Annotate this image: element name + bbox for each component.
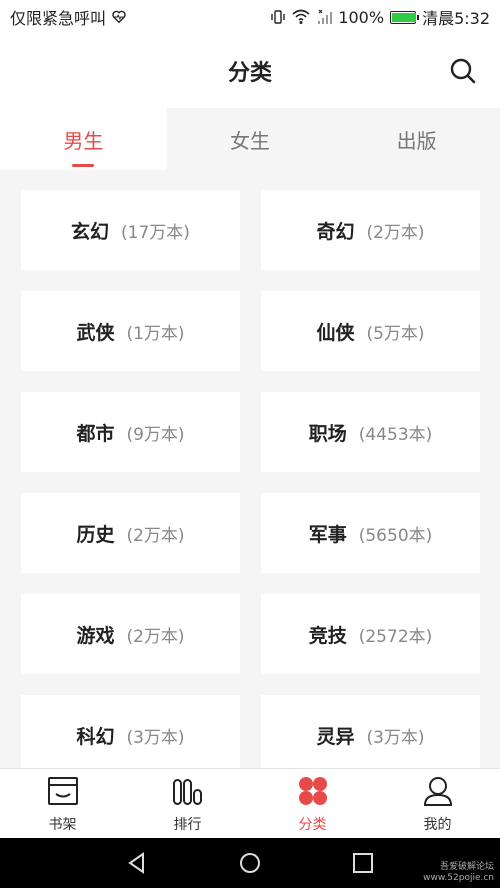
category-count: (2万本) [366, 222, 425, 243]
category-card[interactable]: 科幻 (3万本) [21, 695, 240, 768]
gender-tabs: 男生 女生 出版 [0, 108, 500, 170]
category-card[interactable]: 奇幻 (2万本) [261, 190, 480, 270]
category-name: 玄幻 [71, 220, 110, 243]
category-card[interactable]: 历史 (2万本) [21, 493, 240, 573]
category-count: (4453本) [358, 424, 433, 445]
category-count: (2万本) [126, 626, 185, 647]
ranking-icon [172, 778, 202, 805]
category-count: (3万本) [366, 727, 425, 748]
category-name: 灵异 [316, 725, 355, 748]
category-name: 军事 [308, 523, 347, 546]
nav-category[interactable]: 分类 [250, 769, 375, 838]
category-name: 竞技 [308, 624, 347, 647]
battery-percent: 100% [338, 7, 385, 27]
page-title: 分类 [227, 61, 272, 86]
category-name: 游戏 [76, 624, 115, 647]
nav-label: 排行 [173, 816, 202, 833]
category-count: (5650本) [358, 525, 433, 546]
watermark-line2: www.52pojie.cn [423, 873, 494, 883]
tab-publish[interactable]: 出版 [333, 108, 500, 170]
clock: 清晨5:32 [422, 9, 490, 28]
profile-icon [423, 776, 452, 806]
category-name: 奇幻 [316, 220, 355, 243]
category-name: 武侠 [76, 321, 115, 344]
category-card[interactable]: 仙侠 (5万本) [261, 291, 480, 371]
category-name: 都市 [76, 422, 115, 445]
watermark-line1: 吾爱破解论坛 [439, 862, 494, 872]
status-left: 仅限紧急呼叫 [10, 5, 126, 29]
status-right: 100% 清晨5:32 [270, 5, 490, 29]
home-icon[interactable] [238, 851, 262, 875]
wifi-icon [292, 9, 310, 24]
category-name: 职场 [308, 422, 347, 445]
category-name: 仙侠 [316, 321, 355, 344]
category-card[interactable]: 职场 (4453本) [261, 392, 480, 472]
category-name: 历史 [76, 523, 115, 546]
nav-bookshelf[interactable]: 书架 [0, 769, 125, 838]
category-count: (2万本) [126, 525, 185, 546]
category-count: (2572本) [358, 626, 433, 647]
category-count: (1万本) [126, 323, 185, 344]
system-nav-bar: 吾爱破解论坛 www.52pojie.cn [0, 838, 500, 888]
bottom-nav: 书架 排行 分类 我的 [0, 768, 500, 838]
category-count: (5万本) [366, 323, 425, 344]
category-icon [298, 776, 327, 805]
back-icon[interactable] [125, 851, 149, 875]
watermark: 吾爱破解论坛 www.52pojie.cn [423, 862, 494, 884]
nav-label: 分类 [298, 816, 327, 833]
category-card[interactable]: 游戏 (2万本) [21, 594, 240, 674]
nav-profile[interactable]: 我的 [375, 769, 500, 838]
battery-icon [390, 10, 420, 24]
heart-icon [112, 10, 126, 24]
nav-label: 我的 [423, 816, 452, 833]
tab-male[interactable]: 男生 [0, 108, 167, 170]
category-count: (9万本) [126, 424, 185, 445]
carrier-text: 仅限紧急呼叫 [10, 9, 107, 28]
nav-label: 书架 [48, 816, 77, 833]
nav-ranking[interactable]: 排行 [125, 769, 250, 838]
status-bar: 仅限紧急呼叫 100% 清晨5:32 [0, 0, 500, 34]
signal-icon [318, 9, 333, 24]
app-header: 分类 [0, 34, 500, 108]
category-card[interactable]: 竞技 (2572本) [261, 594, 480, 674]
category-scroll-area[interactable]: 玄幻 (17万本) 奇幻 (2万本) 武侠 (1万本) 仙侠 (5万本) 都市 … [0, 170, 500, 768]
category-card[interactable]: 灵异 (3万本) [261, 695, 480, 768]
category-name: 科幻 [76, 725, 115, 748]
recents-icon[interactable] [351, 851, 375, 875]
category-count: (17万本) [121, 222, 190, 243]
category-card[interactable]: 军事 (5650本) [261, 493, 480, 573]
category-card[interactable]: 玄幻 (17万本) [21, 190, 240, 270]
category-count: (3万本) [126, 727, 185, 748]
category-grid: 玄幻 (17万本) 奇幻 (2万本) 武侠 (1万本) 仙侠 (5万本) 都市 … [0, 170, 500, 768]
tab-female[interactable]: 女生 [167, 108, 334, 170]
category-card[interactable]: 都市 (9万本) [21, 392, 240, 472]
bookshelf-icon [47, 776, 78, 805]
category-card[interactable]: 武侠 (1万本) [21, 291, 240, 371]
vibrate-icon [271, 10, 286, 24]
search-icon[interactable] [448, 56, 478, 86]
